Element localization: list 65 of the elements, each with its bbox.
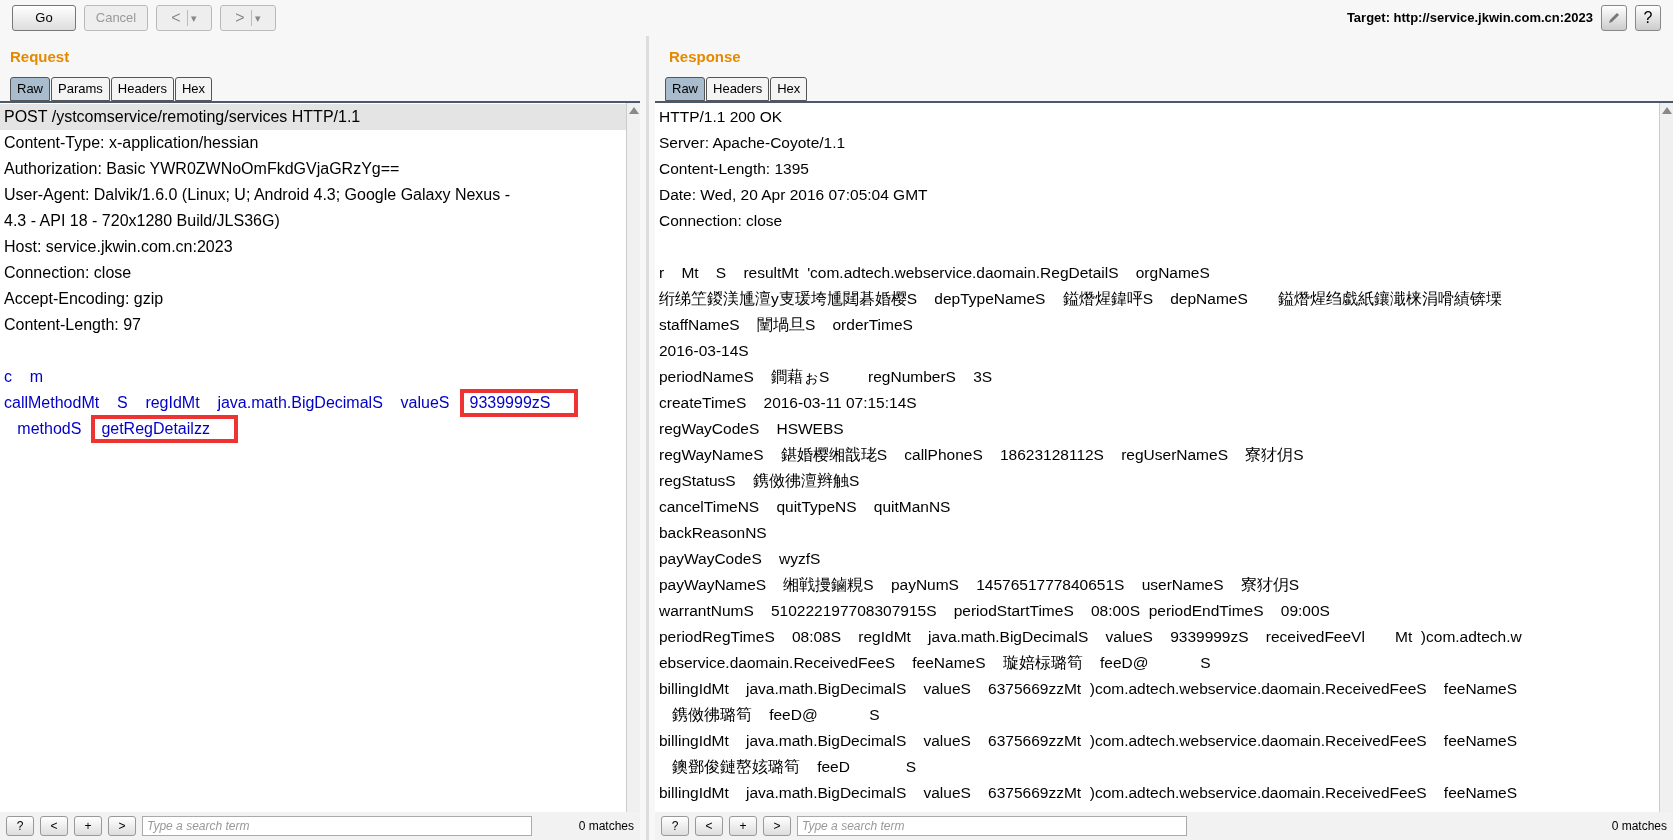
- search-nav-button[interactable]: <: [40, 816, 68, 836]
- search-nav-button[interactable]: ?: [6, 816, 34, 836]
- tab[interactable]: Raw: [665, 76, 705, 101]
- request-text: Connection: close: [3, 262, 133, 283]
- request-text: Content-Type: x-application/hessian: [3, 132, 260, 153]
- request-text: Host: service.jkwin.com.cn:2023: [3, 236, 234, 257]
- response-text: billingIdMt java.math.BigDecimalS valueS 6375669zzMt )com.adtech.webservice.daomain.ReceivedFeeS feeNameS: [659, 782, 1519, 803]
- response-text: 鐭鄧俊鏈嶅姟璐筍 feeD S: [670, 756, 918, 777]
- response-text: 绗绨笁鍐渼尰澶у叓瑗垮尰閮碁婚樱S depTypeNameS 鎰熸煋鍏呯S depNameS 鎰熸煋绉戱紙鑲濈梾涓嗗績锛塛: [659, 288, 1503, 309]
- search-field[interactable]: Type a search term: [797, 816, 1187, 836]
- target-label: Target: http://service.jkwin.com.cn:2023: [1346, 9, 1593, 28]
- response-text: periodRegTimeS 08:08S regIdMt java.math.BigDecimalS valueS 9339999zS receivedFeeVl Mt )com.adtech.w: [659, 626, 1523, 647]
- request-text: c m: [3, 366, 45, 387]
- search-nav-button[interactable]: >: [108, 816, 136, 836]
- tab[interactable]: Hex: [770, 76, 808, 101]
- edit-icon[interactable]: [1601, 5, 1627, 31]
- response-text: billingIdMt java.math.BigDecimalS valueS 6375669zzMt )com.adtech.webservice.daomain.ReceivedFeeS feeNameS: [659, 730, 1519, 751]
- response-text: billingIdMt java.math.BigDecimalS valueS 6375669zzMt )com.adtech.webservice.daomain.ReceivedFeeS feeNameS: [659, 678, 1519, 699]
- go-button[interactable]: Go: [12, 5, 76, 31]
- request-text: Content-Length: 97: [3, 314, 142, 335]
- search-nav-button[interactable]: >: [763, 816, 791, 836]
- search-nav-button[interactable]: +: [74, 816, 102, 836]
- highlighted-value: 9339999zS: [459, 388, 579, 417]
- tab[interactable]: Headers: [110, 76, 174, 101]
- search-nav-button[interactable]: ?: [661, 816, 689, 836]
- help-button[interactable]: ?: [1635, 5, 1661, 31]
- request-text: User-Agent: Dalvik/1.6.0 (Linux; U; Android 4.3; Google Galaxy Nexus -: [3, 184, 511, 205]
- response-text: warrantNumS 510222197708307915S periodStartTimeS 08:00S periodEndTimeS 09:00S: [659, 600, 1331, 621]
- request-text: POST /ystcomservice/remoting/services HTTP/1.1: [0, 103, 626, 130]
- response-text: ebservice.daomain.ReceivedFeeS feeNameS 璇婄柡璐筍 feeD@ S: [659, 652, 1212, 673]
- response-text: regStatusS 鎸傚彿澶辫触S: [659, 470, 861, 491]
- response-header: Connection: close: [659, 210, 784, 231]
- response-header: Server: Apache-Coyote/1.1: [659, 132, 847, 153]
- response-text: backReasonNS: [659, 522, 768, 543]
- response-text: staffNameS 闉堝旦S orderTimeS: [659, 314, 914, 335]
- search-nav-button[interactable]: +: [729, 816, 757, 836]
- match-count: 0 matches: [1611, 818, 1667, 835]
- tab[interactable]: Headers: [706, 76, 770, 101]
- response-text: createTimeS 2016-03-11 07:15:14S: [659, 392, 918, 413]
- response-text: periodNameS 鐧藉ぉS regNumberS 3S: [659, 366, 994, 387]
- search-field[interactable]: Type a search term: [142, 816, 532, 836]
- request-text: 4.3 - API 18 - 720x1280 Build/JLS36G): [3, 210, 281, 231]
- response-text: regWayCodeS HSWEBS: [659, 418, 845, 439]
- tab[interactable]: Hex: [174, 76, 213, 101]
- response-text: r Mt S resultMt 'com.adtech.webservice.daomain.RegDetailS orgNameS: [659, 262, 1211, 283]
- response-header: HTTP/1.1 200 OK: [659, 106, 784, 127]
- response-header: Content-Length: 1395: [659, 158, 810, 179]
- search-nav-button[interactable]: <: [695, 816, 723, 836]
- request-text: methodS: [16, 418, 83, 439]
- match-count: 0 matches: [578, 818, 634, 835]
- response-text: cancelTimeNS quitTypeNS quitManNS: [659, 496, 952, 517]
- tab[interactable]: Raw: [10, 76, 50, 101]
- response-header: Date: Wed, 20 Apr 2016 07:05:04 GMT: [659, 184, 929, 205]
- request-text: Accept-Encoding: gzip: [3, 288, 165, 309]
- response-text: payWayNameS 缃戦摱鏀粯S payNumS 1457651777840651S userNameS 寮犲仴S: [659, 574, 1301, 595]
- panel-title: Response: [668, 47, 742, 67]
- highlighted-value: getRegDetailzz: [91, 414, 238, 443]
- response-text: regWayNameS 鍖婚樱缃戠珯S callPhoneS 18623128112S regUserNameS 寮犲仴S: [659, 444, 1305, 465]
- response-text: payWayCodeS wyzfS: [659, 548, 822, 569]
- tab[interactable]: Params: [51, 76, 110, 101]
- response-text: 2016-03-14S: [659, 340, 750, 361]
- panel-title: Request: [9, 47, 71, 67]
- response-text: 鎸傚彿璐筍 feeD@ S: [670, 704, 881, 725]
- request-text: callMethodMt S regIdMt java.math.BigDecimalS valueS: [3, 392, 451, 413]
- request-text: Authorization: Basic YWR0ZWNoOmFkdGVjaGRzYg==: [3, 158, 401, 179]
